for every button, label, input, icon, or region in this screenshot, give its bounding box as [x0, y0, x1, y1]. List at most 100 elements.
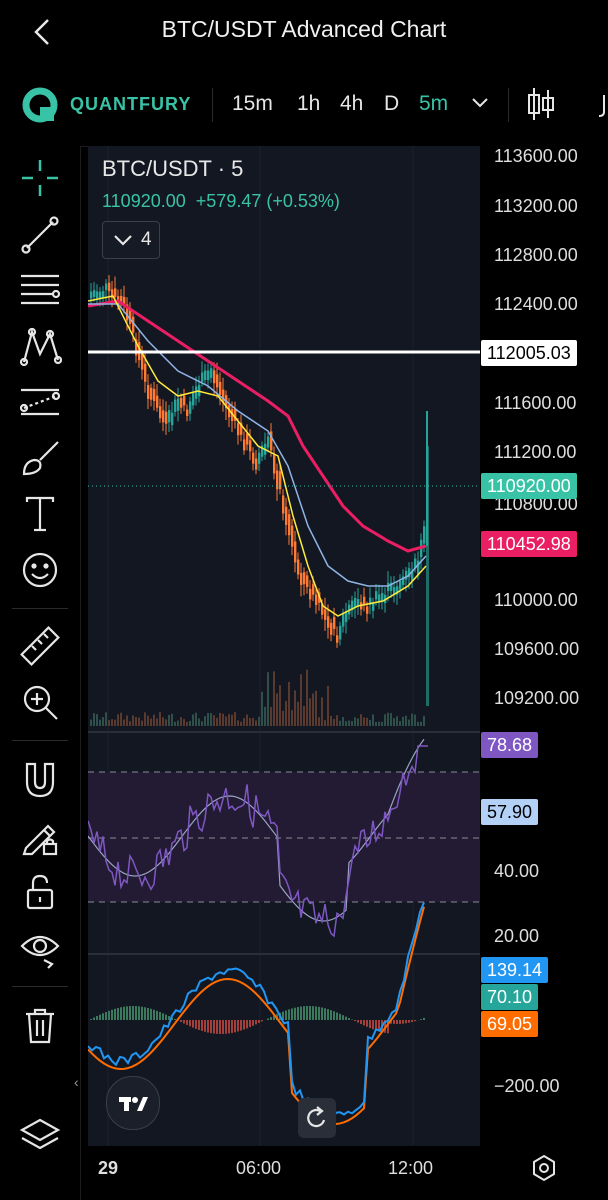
- candle-body: [90, 291, 93, 299]
- rsi-band: [88, 772, 480, 902]
- volume-bar: [231, 714, 233, 726]
- text-icon[interactable]: [18, 492, 62, 536]
- macd-histogram-bar: [360, 1020, 362, 1024]
- tool-divider: [12, 608, 68, 609]
- macd-histogram-bar: [300, 1006, 302, 1020]
- macd-histogram-bar: [150, 1008, 152, 1020]
- prediction-icon[interactable]: [18, 380, 62, 424]
- candle-body: [381, 592, 384, 602]
- layers-icon[interactable]: [18, 1114, 62, 1158]
- unlock-icon[interactable]: [18, 870, 62, 914]
- candle-body: [339, 625, 342, 640]
- volume-bar: [153, 714, 155, 726]
- macd-histogram-bar: [195, 1020, 197, 1029]
- timeframe-d[interactable]: D: [384, 92, 399, 116]
- volume-bar: [318, 717, 320, 726]
- candle-body: [114, 288, 117, 297]
- volume-bar: [360, 714, 362, 726]
- candle-body: [216, 374, 219, 388]
- symbol-label[interactable]: BTC/USDT · 5: [102, 156, 243, 182]
- macd-histogram-bar: [399, 1020, 401, 1024]
- macd-histogram-bar: [129, 1006, 131, 1020]
- candle-body: [291, 525, 294, 547]
- price-change: +579.47 (+0.53%): [195, 191, 340, 211]
- macd-histogram-bar: [270, 1016, 272, 1020]
- macd-histogram-bar: [336, 1012, 338, 1020]
- macd-histogram-bar: [231, 1020, 233, 1033]
- ruler-icon[interactable]: [18, 624, 62, 668]
- emoji-icon[interactable]: [18, 548, 62, 592]
- more-tools-icon[interactable]: [596, 92, 608, 118]
- volume-bar: [303, 706, 305, 726]
- timeframe-5m-selected[interactable]: 5m: [419, 92, 448, 116]
- magnet-icon[interactable]: [18, 758, 62, 802]
- volume-bar: [396, 716, 398, 726]
- reset-chart-button[interactable]: [298, 1098, 336, 1138]
- lock-drawing-icon[interactable]: [18, 814, 62, 858]
- candle-body: [171, 412, 174, 425]
- candle-body: [159, 406, 162, 419]
- indicators-toggle-button[interactable]: 4: [102, 221, 160, 259]
- volume-bar: [108, 720, 110, 726]
- fib-icon[interactable]: [18, 268, 62, 312]
- collapse-panel-icon[interactable]: ‹: [74, 1074, 79, 1090]
- volume-bar: [351, 720, 353, 726]
- macd-histogram-bar: [216, 1020, 218, 1034]
- volume-bar: [348, 720, 350, 726]
- volume-bar: [363, 717, 365, 726]
- crosshair-icon[interactable]: [18, 156, 62, 200]
- macd-histogram-bar: [402, 1020, 404, 1024]
- volume-bar: [132, 715, 134, 726]
- pattern-icon[interactable]: [18, 324, 63, 368]
- volume-bar: [267, 672, 269, 726]
- tradingview-logo-button[interactable]: [106, 1076, 160, 1130]
- candle-body: [237, 423, 240, 436]
- trash-icon[interactable]: [18, 1004, 62, 1048]
- eye-icon[interactable]: [18, 926, 62, 970]
- timeframe-4h[interactable]: 4h: [340, 92, 363, 116]
- volume-bar: [207, 712, 209, 726]
- volume-bar: [402, 716, 404, 726]
- volume-bar: [243, 718, 245, 726]
- chevron-down-icon[interactable]: [470, 96, 490, 115]
- candlestick-icon[interactable]: [527, 86, 555, 127]
- volume-bar: [333, 719, 335, 726]
- volume-bar: [120, 712, 122, 726]
- volume-bar: [117, 714, 119, 726]
- candle-body: [342, 613, 345, 627]
- macd-histogram-bar: [357, 1020, 359, 1023]
- last-price-tag: 110920.00: [481, 473, 577, 499]
- volume-bar: [174, 721, 176, 726]
- candle-body: [306, 575, 309, 587]
- volume-bar: [264, 706, 266, 726]
- volume-bar: [336, 715, 338, 726]
- timeframe-15m[interactable]: 15m: [232, 92, 273, 116]
- macd-histogram-bar: [183, 1020, 185, 1024]
- candle-body: [294, 541, 297, 563]
- macd-histogram-bar: [126, 1006, 128, 1020]
- candle-body: [210, 368, 213, 378]
- trend-line-icon[interactable]: [18, 212, 62, 256]
- price-tick: 109200.00: [494, 688, 580, 708]
- volume-bar: [279, 685, 281, 726]
- volume-bar: [300, 674, 302, 726]
- macd-histogram-bar: [174, 1019, 176, 1020]
- zoom-icon[interactable]: [18, 680, 62, 724]
- candle-body: [189, 401, 192, 414]
- macd-histogram-bar: [192, 1020, 194, 1028]
- brush-icon[interactable]: [18, 436, 62, 480]
- candle-body: [252, 452, 255, 464]
- candle-body: [330, 622, 333, 635]
- candle-body: [204, 370, 207, 380]
- macd-histogram-bar: [321, 1007, 323, 1020]
- chart-canvas[interactable]: [87, 146, 480, 1146]
- macd-histogram-bar: [288, 1009, 290, 1020]
- macd-histogram-bar: [423, 1017, 425, 1020]
- macd-histogram-bar: [252, 1020, 254, 1026]
- macd-histogram-bar: [372, 1020, 374, 1030]
- candle-body: [285, 506, 288, 525]
- volume-bar: [246, 714, 248, 726]
- timeframe-1h[interactable]: 1h: [297, 92, 320, 116]
- volume-bar: [294, 690, 296, 726]
- chart-settings-gear-icon[interactable]: [530, 1154, 558, 1187]
